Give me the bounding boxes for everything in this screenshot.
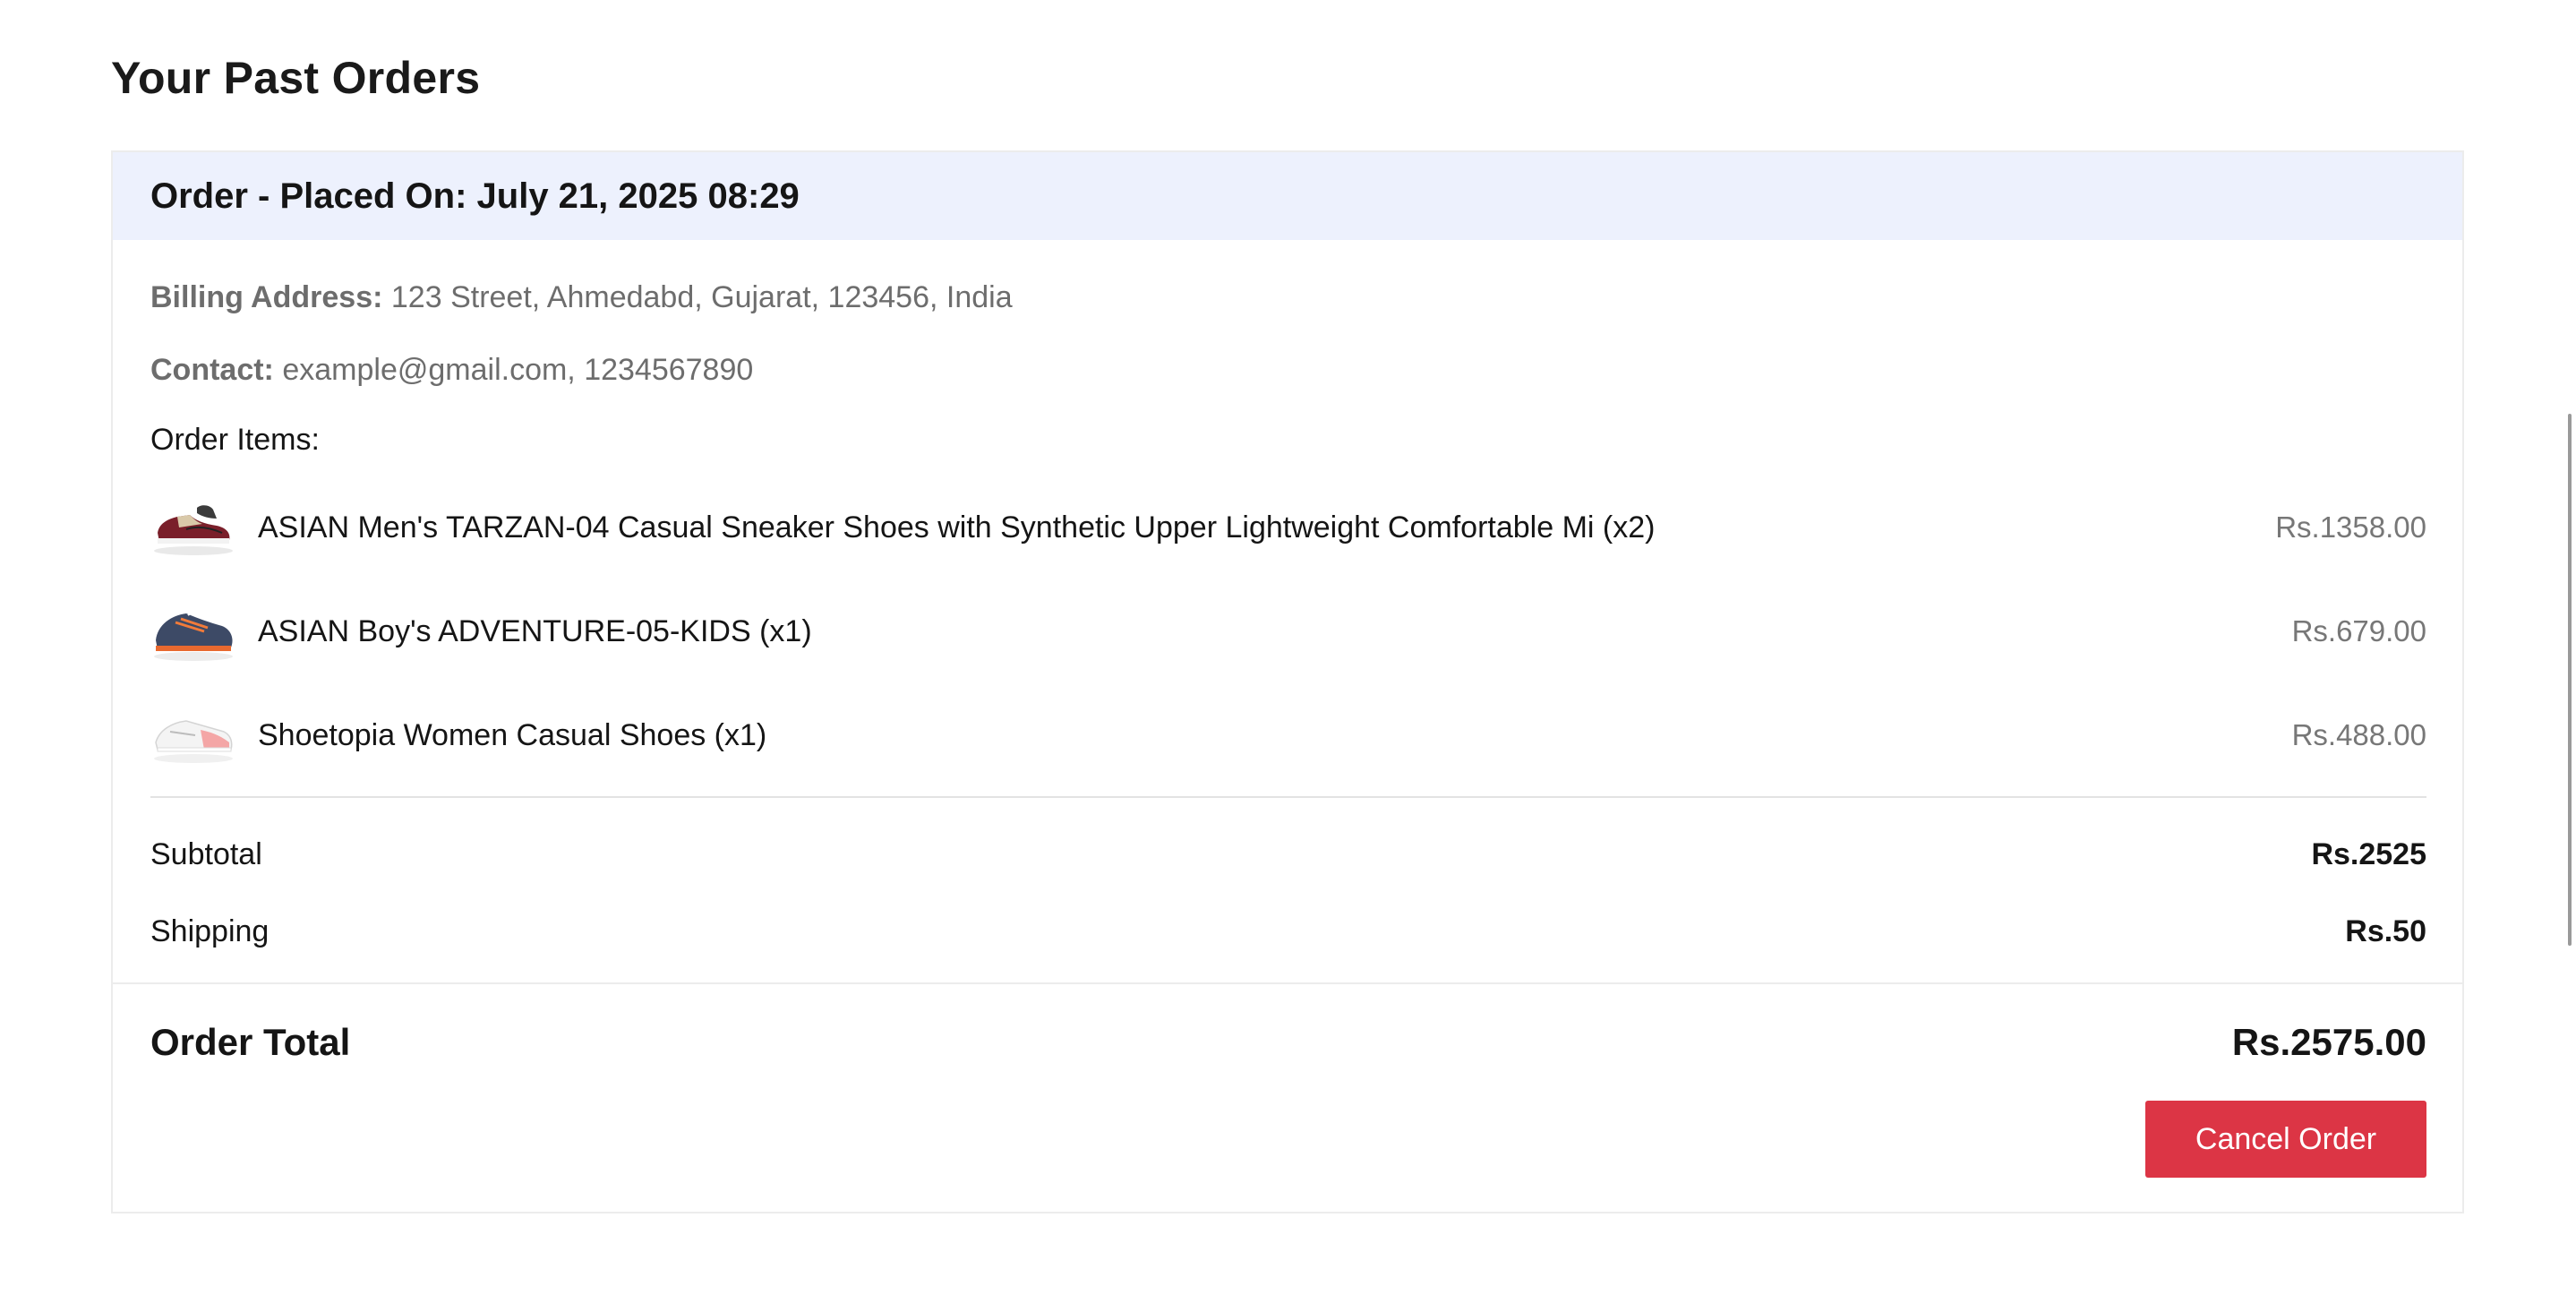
order-total-value: Rs.2575.00	[2231, 1021, 2426, 1063]
contact-label: Contact:	[150, 353, 274, 387]
subtotal-value: Rs.2525	[2311, 836, 2426, 871]
shipping-value: Rs.50	[2345, 913, 2426, 948]
order-item-row: Shoetopia Women Casual Shoes (x1) Rs.488…	[150, 683, 2426, 787]
page: Your Past Orders Order - Placed On: July…	[0, 0, 2576, 1312]
billing-address-value: 123 Street, Ahmedabd, Gujarat, 123456, I…	[390, 280, 1013, 314]
order-total-label: Order Total	[150, 1021, 351, 1063]
shipping-label: Shipping	[150, 913, 270, 948]
order-items-heading: Order Items:	[150, 423, 320, 457]
order-item-price: Rs.1358.00	[2275, 510, 2426, 544]
order-card: Order - Placed On: July 21, 2025 08:29 B…	[111, 150, 2464, 1213]
scrollbar-thumb[interactable]	[2568, 414, 2572, 946]
contact-info: Contact: example@gmail.com, 1234567890	[150, 355, 2426, 385]
sneaker-thumbnail-icon	[154, 720, 233, 763]
page-title: Your Past Orders	[111, 53, 481, 103]
order-total-row: Order Total Rs.2575.00	[150, 984, 2426, 1101]
order-item-name: ASIAN Men's TARZAN-04 Casual Sneaker Sho…	[258, 510, 1656, 545]
order-item-name: Shoetopia Women Casual Shoes (x1)	[258, 717, 767, 752]
sneaker-thumbnail-icon	[154, 505, 233, 555]
order-item-name: ASIAN Boy's ADVENTURE-05-KIDS (x1)	[258, 613, 812, 648]
cancel-order-button[interactable]: Cancel Order	[2145, 1101, 2426, 1178]
billing-address-label: Billing Address:	[150, 280, 383, 314]
order-actions: Cancel Order	[150, 1101, 2426, 1178]
order-item-row: ASIAN Men's TARZAN-04 Casual Sneaker Sho…	[150, 476, 2426, 579]
order-body: Billing Address: 123 Street, Ahmedabd, G…	[113, 282, 2462, 970]
contact-value: example@gmail.com, 1234567890	[282, 353, 754, 387]
subtotal-label: Subtotal	[150, 836, 262, 871]
total-section: Order Total Rs.2575.00 Cancel Order	[113, 984, 2462, 1178]
items-divider	[150, 796, 2426, 798]
order-items-list: ASIAN Men's TARZAN-04 Casual Sneaker Sho…	[150, 476, 2426, 787]
order-item-row: ASIAN Boy's ADVENTURE-05-KIDS (x1) Rs.67…	[150, 579, 2426, 683]
order-item-price: Rs.488.00	[2291, 718, 2426, 751]
order-item-price: Rs.679.00	[2291, 614, 2426, 647]
sneaker-thumbnail-icon	[154, 610, 233, 661]
billing-address: Billing Address: 123 Street, Ahmedabd, G…	[150, 282, 2426, 313]
order-header: Order - Placed On: July 21, 2025 08:29	[113, 152, 2462, 240]
order-placed-on-title: Order - Placed On: July 21, 2025 08:29	[150, 176, 800, 216]
subtotal-row: Subtotal Rs.2525	[150, 816, 2426, 893]
shipping-row: Shipping Rs.50	[150, 893, 2426, 970]
